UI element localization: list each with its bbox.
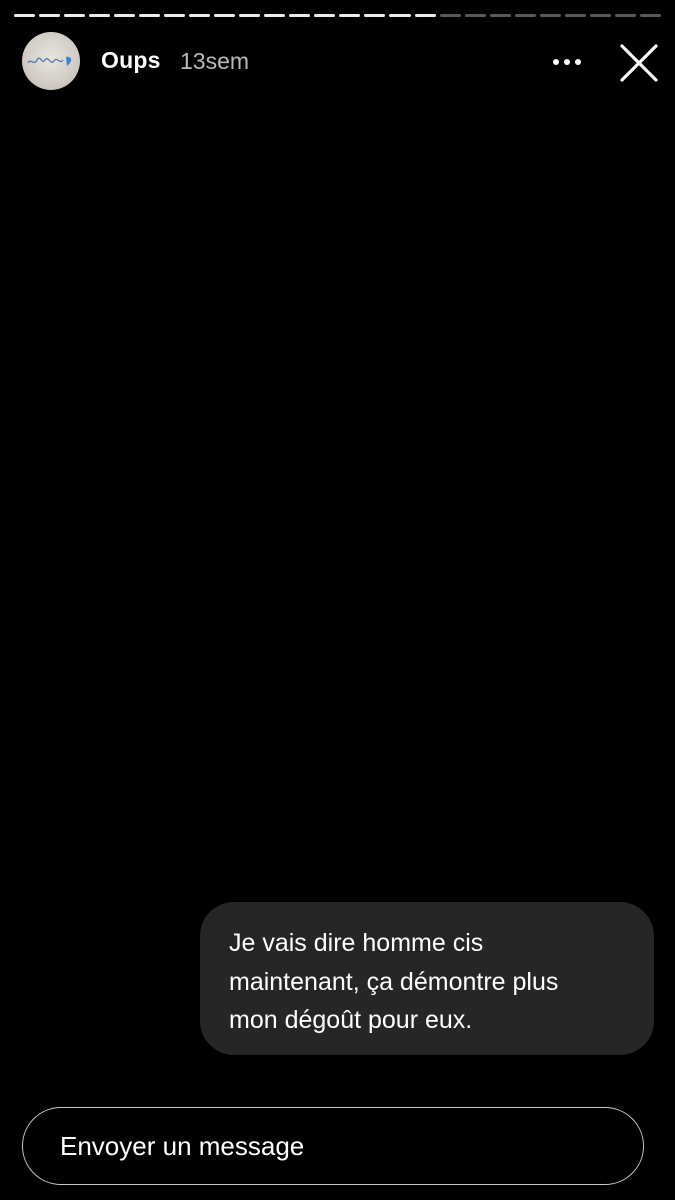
story-progress-bar	[14, 14, 661, 18]
progress-segment	[339, 14, 361, 17]
progress-segment	[589, 14, 611, 17]
progress-segment	[564, 14, 586, 17]
close-icon	[620, 44, 658, 82]
progress-segment	[514, 14, 536, 17]
progress-segment	[14, 14, 36, 17]
more-options-button[interactable]	[545, 44, 589, 80]
timestamp: 13sem	[180, 48, 250, 74]
close-button[interactable]	[614, 38, 664, 88]
story-header: Oups 13sem	[0, 30, 675, 94]
progress-segment	[414, 14, 436, 17]
progress-segment	[289, 14, 311, 17]
username[interactable]: Oups	[101, 47, 161, 74]
avatar-scribble-icon	[27, 56, 72, 66]
message-text: Je vais dire homme cis maintenant, ça dé…	[229, 929, 559, 1034]
progress-segment	[114, 14, 136, 17]
progress-segment	[264, 14, 286, 17]
progress-segment	[89, 14, 111, 17]
progress-segment	[639, 14, 661, 17]
progress-segment	[314, 14, 336, 17]
progress-segment	[189, 14, 211, 17]
progress-segment	[539, 14, 561, 17]
progress-segment	[364, 14, 386, 17]
progress-segment	[464, 14, 486, 17]
avatar[interactable]	[22, 32, 80, 90]
progress-segment	[214, 14, 236, 17]
more-horizontal-icon	[553, 59, 581, 65]
message-bubble: Je vais dire homme cis maintenant, ça dé…	[200, 902, 654, 1055]
send-message-input[interactable]: Envoyer un message	[22, 1107, 644, 1185]
progress-segment	[39, 14, 61, 17]
progress-segment	[439, 14, 461, 17]
progress-segment	[389, 14, 411, 17]
send-message-placeholder: Envoyer un message	[60, 1130, 305, 1161]
progress-segment	[164, 14, 186, 17]
progress-segment	[239, 14, 261, 17]
progress-segment	[614, 14, 636, 17]
progress-segment	[489, 14, 511, 17]
progress-segment	[64, 14, 86, 17]
progress-segment	[139, 14, 161, 17]
